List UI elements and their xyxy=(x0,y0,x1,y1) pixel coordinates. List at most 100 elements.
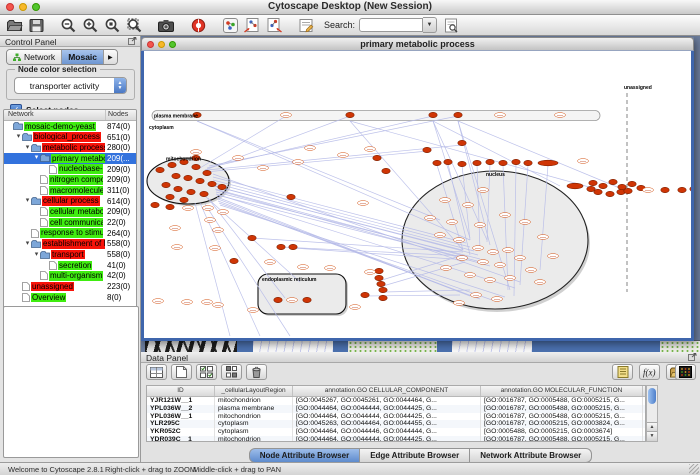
search-dropdown-icon[interactable]: ▼ xyxy=(423,17,437,33)
node-label-oval[interactable] xyxy=(535,280,546,285)
network-node[interactable] xyxy=(303,297,311,302)
node-label-oval[interactable] xyxy=(503,248,514,253)
function-builder-icon[interactable]: f(x) xyxy=(639,364,660,380)
node-label-oval[interactable] xyxy=(454,301,465,306)
network-node[interactable] xyxy=(248,235,256,240)
network-node[interactable] xyxy=(661,187,669,192)
tree-row[interactable]: cellular metabol209(0) xyxy=(4,207,136,218)
network-node[interactable] xyxy=(203,170,211,175)
network-node[interactable] xyxy=(174,186,182,191)
tab-network-attribute-browser[interactable]: Network Attribute Browser xyxy=(470,448,592,463)
network-node[interactable] xyxy=(156,167,164,172)
birds-eye-view[interactable] xyxy=(3,306,139,458)
background-window-canvas-green[interactable] xyxy=(660,340,700,352)
disclosure-triangle-icon[interactable]: ▾ xyxy=(33,153,40,163)
tab-overflow-arrow[interactable]: ▶ xyxy=(104,50,117,64)
disclosure-triangle-icon[interactable]: ▾ xyxy=(24,143,31,153)
tab-network[interactable]: Network xyxy=(7,50,62,64)
tree-row[interactable]: unassigned223(0) xyxy=(4,281,136,292)
tab-edge-attribute-browser[interactable]: Edge Attribute Browser xyxy=(360,448,470,463)
node-label-oval[interactable] xyxy=(471,293,482,298)
tree-row[interactable]: ▾metabolic process280(0) xyxy=(4,142,136,153)
save-icon[interactable] xyxy=(26,16,46,34)
network-node[interactable] xyxy=(379,287,387,292)
zoom-out-icon[interactable] xyxy=(58,16,78,34)
node-label-oval[interactable] xyxy=(435,233,446,238)
tab-mosaic[interactable]: Mosaic xyxy=(62,50,104,64)
network-node[interactable] xyxy=(361,292,369,297)
network-node[interactable] xyxy=(166,194,174,199)
background-window-border[interactable] xyxy=(532,340,660,352)
network-node[interactable] xyxy=(192,164,200,169)
node-label-oval[interactable] xyxy=(485,278,496,283)
node-label-oval[interactable] xyxy=(205,218,216,223)
node-label-oval[interactable] xyxy=(643,188,654,193)
tree-row[interactable]: response to stimulu264(0) xyxy=(4,228,136,239)
node-label-oval[interactable] xyxy=(233,156,244,161)
network-node[interactable] xyxy=(628,181,636,186)
node-label-oval[interactable] xyxy=(265,260,276,265)
tree-row[interactable]: secretion41(0) xyxy=(4,260,136,271)
node-label-oval[interactable] xyxy=(515,256,526,261)
scrollbar-thumb[interactable] xyxy=(648,388,656,404)
network-node[interactable] xyxy=(346,112,354,117)
node-label-oval[interactable] xyxy=(298,265,309,270)
node-label-oval[interactable] xyxy=(441,266,452,271)
network-node[interactable] xyxy=(538,160,558,166)
table-row[interactable]: YJR121W__1mitochondrion[GO:0045267, GO:0… xyxy=(147,397,645,405)
network-node[interactable] xyxy=(606,191,614,196)
table-row[interactable]: YLR295Ccytoplasm[GO:0045263, GO:0044464,… xyxy=(147,420,645,428)
node-label-oval[interactable] xyxy=(526,268,537,273)
network-node[interactable] xyxy=(377,281,385,286)
network-node[interactable] xyxy=(168,162,176,167)
background-window-border[interactable] xyxy=(237,340,253,352)
network-node[interactable] xyxy=(277,244,285,249)
network-node[interactable] xyxy=(524,160,532,165)
node-label-oval[interactable] xyxy=(258,166,269,171)
node-label-oval[interactable] xyxy=(325,266,336,271)
node-label-oval[interactable] xyxy=(170,226,181,231)
search-input[interactable] xyxy=(359,18,423,32)
background-window-border[interactable] xyxy=(437,340,452,352)
node-label-oval[interactable] xyxy=(213,228,224,233)
open-file-icon[interactable] xyxy=(4,16,24,34)
tree-row[interactable]: mosaic-demo-yeast874(0) xyxy=(4,121,136,132)
vizmapper-icon[interactable] xyxy=(220,16,240,34)
attribute-table-icon[interactable] xyxy=(146,364,167,380)
tree-row[interactable]: nucleobase-co209(0) xyxy=(4,164,136,175)
float-panel-icon[interactable] xyxy=(688,353,697,361)
node-label-oval[interactable] xyxy=(305,146,316,151)
network-node[interactable] xyxy=(458,140,466,145)
tree-row[interactable]: ▾biological_process651(0) xyxy=(4,132,136,143)
node-label-oval[interactable] xyxy=(210,246,221,251)
node-label-oval[interactable] xyxy=(213,303,224,308)
disclosure-triangle-icon[interactable]: ▾ xyxy=(33,250,40,260)
disclosure-triangle-icon[interactable]: ▾ xyxy=(24,239,31,249)
unselect-attributes-icon[interactable] xyxy=(221,364,242,380)
node-label-oval[interactable] xyxy=(500,213,511,218)
network-node[interactable] xyxy=(433,160,441,165)
node-label-oval[interactable] xyxy=(578,159,589,164)
node-label-oval[interactable] xyxy=(454,238,465,243)
network-node[interactable] xyxy=(162,182,170,187)
node-label-oval[interactable] xyxy=(153,299,164,304)
network-node[interactable] xyxy=(429,112,437,117)
delete-attribute-icon[interactable] xyxy=(246,364,267,380)
attribute-table-header[interactable]: ID_cellularLayoutRegionannotation.GO CEL… xyxy=(147,386,645,397)
node-label-oval[interactable] xyxy=(248,308,259,313)
tab-node-attribute-browser[interactable]: Node Attribute Browser xyxy=(249,448,361,463)
network-node[interactable] xyxy=(151,202,159,207)
node-label-oval[interactable] xyxy=(495,113,506,118)
network-node[interactable] xyxy=(166,204,174,209)
zoom-fit-icon[interactable] xyxy=(124,16,144,34)
annotation-pad-icon[interactable] xyxy=(612,364,633,380)
node-label-oval[interactable] xyxy=(478,188,489,193)
network-node[interactable] xyxy=(375,275,383,280)
network-node[interactable] xyxy=(454,112,462,117)
background-window-zoomed-labels[interactable] xyxy=(145,340,237,352)
tree-row[interactable]: nitrogen compou209(0) xyxy=(4,174,136,185)
node-label-oval[interactable] xyxy=(440,198,451,203)
network-node[interactable] xyxy=(499,160,507,165)
node-label-oval[interactable] xyxy=(475,223,486,228)
network-node[interactable] xyxy=(382,168,390,173)
